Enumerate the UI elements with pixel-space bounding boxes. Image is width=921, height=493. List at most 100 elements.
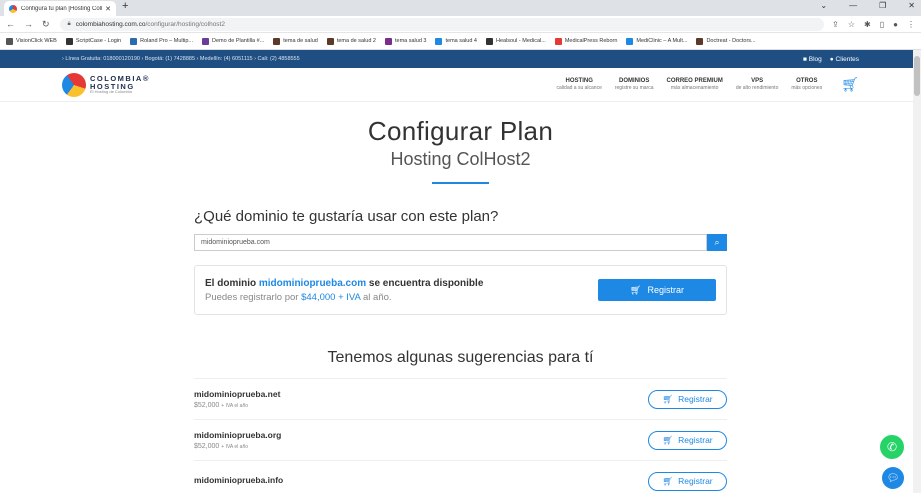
tab-search-icon[interactable]: ⌄ — [820, 1, 827, 10]
whatsapp-icon: ✆ — [886, 440, 898, 454]
bookmark-favicon-icon — [130, 37, 138, 45]
page-subtitle: Hosting ColHost2 — [390, 149, 531, 169]
close-tab-icon[interactable]: ✕ — [105, 5, 111, 13]
suggestion-domain: midominioprueba.org — [194, 430, 282, 440]
browser-menu-icon[interactable]: ⋮ — [907, 20, 915, 29]
bookmark-item[interactable]: ScriptCase - Login — [65, 37, 121, 45]
suggestions-list: midominioprueba.net $52,000 + IVA el año… — [194, 378, 727, 493]
main-content: Configurar Plan Hosting ColHost2 ¿Qué do… — [0, 116, 921, 493]
close-window-icon[interactable]: ✕ — [908, 1, 915, 10]
domain-search-input[interactable]: midominioprueba.com — [194, 234, 707, 251]
list-item: midominioprueba.info 🛒︎ Registrar — [194, 460, 727, 493]
url-path: /configurar/hosting/colhost2 — [145, 20, 225, 28]
list-item: midominioprueba.net $52,000 + IVA el año… — [194, 378, 727, 419]
register-button[interactable]: 🛒︎ Registrar — [598, 279, 716, 301]
bookmark-favicon-icon — [202, 37, 209, 45]
bookmark-item[interactable]: Doctreat - Doctors... — [696, 37, 756, 45]
maximize-icon[interactable]: ❐ — [879, 1, 886, 10]
clientes-link[interactable]: ● Clientes — [830, 56, 859, 63]
availability-message: El dominio midominioprueba.com se encuen… — [205, 277, 484, 289]
blog-link[interactable]: ■ Blog — [803, 56, 822, 63]
bookmark-favicon-icon — [554, 37, 562, 45]
main-menu: HOSTING calidad a su alcance DOMINIOS regi… — [557, 76, 859, 93]
availability-price: Puedes registrarlo por $44,000 + IVA al … — [205, 291, 392, 303]
back-icon[interactable]: ← — [6, 19, 15, 30]
suggestion-domain: midominioprueba.info — [194, 474, 284, 485]
suggestion-register-button[interactable]: 🛒︎ Registrar — [648, 430, 727, 450]
bookmark-item[interactable]: Demo de Plantilla #... — [202, 37, 264, 45]
chat-button[interactable]: 💬︎ — [882, 467, 904, 489]
forward-icon[interactable]: → — [24, 19, 33, 30]
logo-mark-icon — [62, 72, 86, 97]
bookmark-item[interactable]: tema de salud — [273, 37, 318, 45]
cart-icon[interactable]: 🛒︎ — [841, 76, 859, 93]
title-divider — [432, 182, 489, 184]
bookmark-item[interactable]: MediClinic – A Mult... — [626, 37, 687, 45]
cart-icon: 🛒︎ — [662, 475, 674, 486]
bookmark-item[interactable]: VisionClick WEB — [6, 37, 57, 45]
url-bar[interactable]: 🔒︎ colombiahosting.com.co/configurar/hos… — [59, 17, 825, 31]
suggestion-price: $52,000 + IVA el año — [194, 443, 248, 450]
address-bar-row: ← → ↻ 🔒︎ colombiahosting.com.co/configur… — [0, 16, 921, 33]
menu-item-otros[interactable]: OTROS más opciones — [791, 78, 822, 92]
page-scrollbar[interactable] — [913, 50, 921, 493]
browser-tab[interactable]: Configura tu plan [Hosting ColH... ✕ — [4, 1, 116, 16]
bookmark-favicon-icon — [6, 37, 13, 45]
contact-topbar: › Línea Gratuita: 018000120190 › Bogotá:… — [0, 50, 921, 68]
chat-icon: 💬︎ — [886, 472, 900, 484]
menu-item-correo[interactable]: CORREO PREMIUM más almacenamiento — [666, 78, 722, 92]
cart-icon: 🛒︎ — [662, 434, 674, 445]
page-title: Configurar Plan — [367, 116, 554, 146]
bookmark-item[interactable]: tema salud 4 — [435, 37, 477, 45]
menu-item-vps[interactable]: VPS de alto rendimiento — [736, 78, 779, 92]
whatsapp-button[interactable]: ✆ — [880, 435, 904, 459]
profile-icon[interactable]: ● — [893, 20, 898, 29]
scrollbar-thumb[interactable] — [914, 56, 920, 96]
browser-tab-strip: Configura tu plan [Hosting ColH... ✕ + ⌄… — [0, 0, 921, 16]
minimize-icon[interactable]: — — [849, 1, 857, 10]
site-favicon-icon — [9, 4, 17, 13]
suggestion-domain: midominioprueba.net — [194, 389, 281, 399]
bookmark-item[interactable]: Healsoul - Medical... — [485, 37, 546, 45]
availability-card: El dominio midominioprueba.com se encuen… — [194, 265, 727, 315]
bookmark-favicon-icon — [384, 37, 392, 45]
domain-question: ¿Qué dominio te gustaría usar con este p… — [194, 208, 499, 225]
suggestions-title: Tenemos algunas sugerencias para tí — [327, 349, 594, 366]
site-header: COLOMBIA® HOSTING El Hosting de Colombia… — [0, 68, 921, 102]
list-item: midominioprueba.org $52,000 + IVA el año… — [194, 419, 727, 460]
suggestion-price: $52,000 + IVA el año — [194, 402, 248, 409]
bookmark-star-icon[interactable]: ☆ — [848, 20, 855, 29]
bookmark-item[interactable]: tema de salud 2 — [326, 37, 376, 45]
suggestion-register-button[interactable]: 🛒︎ Registrar — [648, 471, 727, 491]
site-logo[interactable]: COLOMBIA® HOSTING El Hosting de Colombia — [62, 72, 150, 97]
tab-title: Configura tu plan [Hosting ColH... — [21, 5, 103, 12]
bookmark-item[interactable]: tema salud 3 — [384, 37, 426, 45]
bookmark-favicon-icon — [626, 37, 634, 45]
domain-search: midominioprueba.com ⌕ — [194, 234, 727, 251]
sidepanel-icon[interactable]: ▯ — [880, 20, 884, 29]
menu-item-hosting[interactable]: HOSTING calidad a su alcance — [557, 78, 602, 92]
bookmark-favicon-icon — [485, 37, 493, 45]
lock-icon: 🔒︎ — [67, 20, 71, 27]
contact-phones: › Línea Gratuita: 018000120190 › Bogotá:… — [62, 56, 300, 62]
search-icon: ⌕ — [714, 237, 720, 247]
bookmark-item[interactable]: Roland Pro – Multip... — [130, 37, 193, 45]
bookmark-favicon-icon — [696, 37, 704, 45]
suggestion-register-button[interactable]: 🛒︎ Registrar — [648, 389, 727, 409]
bookmark-item[interactable]: MedicalPress Reborn — [554, 37, 617, 45]
cart-icon: 🛒︎ — [630, 284, 642, 295]
reload-icon[interactable]: ↻ — [42, 19, 50, 30]
bookmark-favicon-icon — [65, 37, 73, 45]
bookmark-favicon-icon — [273, 37, 281, 45]
bookmark-favicon-icon — [435, 37, 443, 45]
logo-tagline: El Hosting de Colombia — [90, 89, 132, 94]
search-button[interactable]: ⌕ — [707, 234, 727, 251]
extensions-icon[interactable]: ✱ — [864, 20, 871, 29]
cart-icon: 🛒︎ — [662, 393, 674, 404]
menu-item-dominios[interactable]: DOMINIOS registre su marca — [615, 78, 654, 92]
bookmark-favicon-icon — [326, 37, 334, 45]
share-icon[interactable]: ⇪ — [832, 20, 839, 29]
url-domain: colombiahosting.com.co — [75, 20, 146, 28]
window-controls: ⌄ — ❐ ✕ — [820, 1, 915, 10]
new-tab-icon[interactable]: + — [122, 0, 128, 12]
